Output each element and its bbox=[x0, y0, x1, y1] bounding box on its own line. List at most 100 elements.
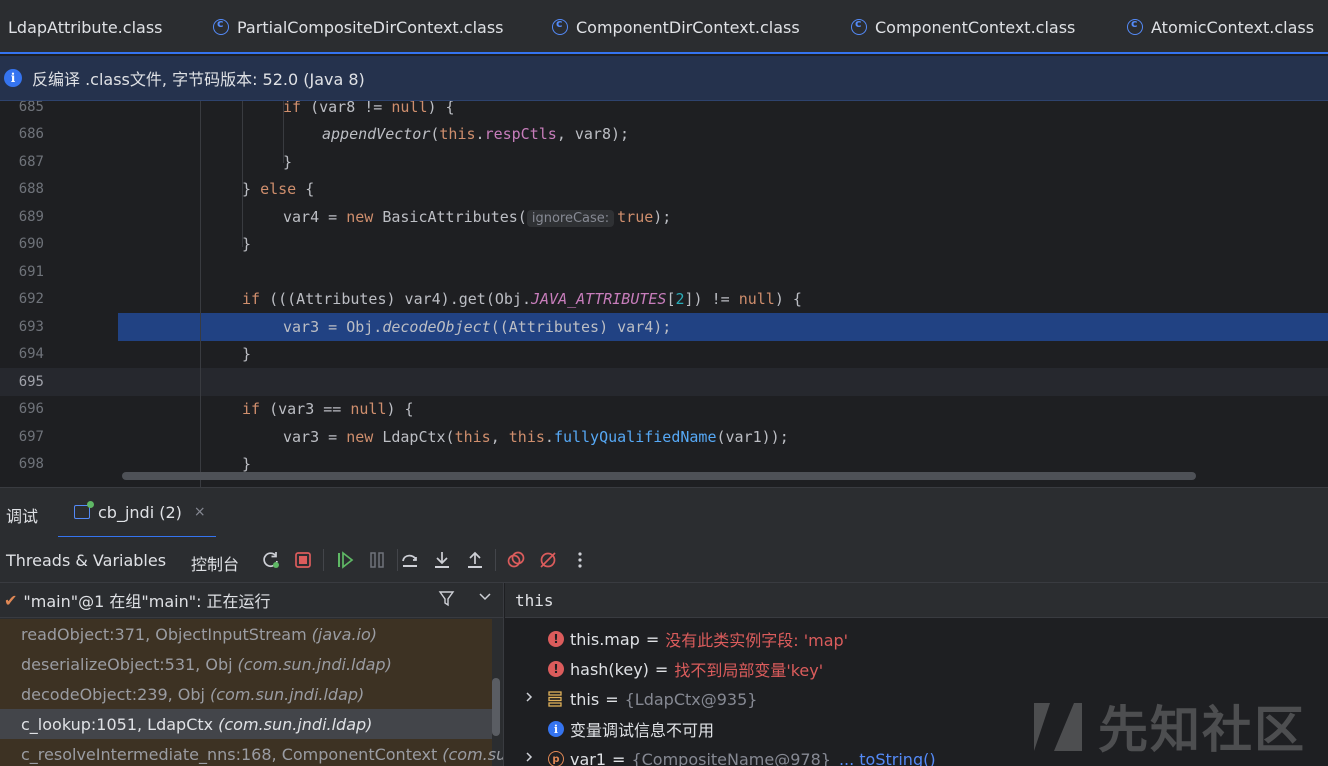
code-text: var4 = new BasicAttributes(ignoreCase: tr… bbox=[283, 207, 672, 227]
vertical-scrollbar[interactable] bbox=[492, 678, 500, 736]
error-icon: ! bbox=[548, 661, 564, 677]
code-text: appendVector(this.respCtls, var8); bbox=[322, 125, 630, 144]
stack-frame[interactable]: decodeObject:239, Obj (com.sun.jndi.ldap… bbox=[0, 679, 492, 709]
line-number: 697 bbox=[18, 428, 44, 445]
stack-frame[interactable]: deserializeObject:531, Obj (com.sun.jndi… bbox=[0, 649, 492, 679]
stop-icon[interactable] bbox=[291, 548, 315, 572]
evaluate-expression-input[interactable]: this bbox=[505, 583, 1328, 618]
variable-name: this.map bbox=[570, 629, 640, 649]
decompiled-info-banner: i 反编译 .class文件, 字节码版本: 52.0 (Java 8) bbox=[0, 56, 1328, 101]
line-number: 695 bbox=[18, 373, 44, 390]
step-out-icon[interactable] bbox=[463, 548, 487, 572]
debug-toolbar: Threads & Variables 控制台 bbox=[0, 537, 1328, 583]
variable-name: hash(key) bbox=[570, 659, 649, 679]
step-into-icon[interactable] bbox=[430, 548, 454, 572]
tostring-link[interactable]: ... toString() bbox=[839, 750, 936, 766]
tab-label: AtomicContext.class bbox=[1151, 17, 1315, 37]
debug-title: 调试 bbox=[6, 507, 39, 526]
debug-session-icon bbox=[74, 501, 94, 519]
line-number: 686 bbox=[18, 126, 44, 143]
equals-sign: = bbox=[612, 749, 626, 766]
tab-threads-variables[interactable]: Threads & Variables bbox=[6, 551, 166, 570]
tab-component-context[interactable]: ComponentContext.class bbox=[851, 0, 1075, 54]
tab-label: ComponentDirContext.class bbox=[576, 17, 800, 37]
frame-package: (com.sun.j bbox=[442, 744, 503, 764]
thread-label: "main"@1 在组"main": 正在运行 bbox=[23, 592, 271, 611]
variable-row-info: i 变量调试信息不可用 bbox=[548, 714, 714, 744]
object-stack-icon bbox=[548, 691, 564, 707]
stack-frame[interactable]: c_resolveIntermediate_nns:168, Component… bbox=[0, 739, 503, 766]
resume-icon[interactable] bbox=[333, 548, 357, 572]
variable-row-error[interactable]: ! this.map = 没有此类实例字段: 'map' bbox=[548, 624, 848, 654]
line-number: 691 bbox=[18, 263, 44, 280]
editor-tab-bar: LdapAttribute.class PartialCompositeDirC… bbox=[0, 0, 1328, 54]
class-icon bbox=[552, 17, 568, 35]
chevron-down-icon[interactable] bbox=[478, 589, 492, 607]
code-text: if (var8 != null) { bbox=[283, 101, 455, 116]
stack-frame[interactable]: readObject:371, ObjectInputStream (java.… bbox=[0, 619, 492, 649]
code-text: var3 = Obj.decodeObject((Attributes) var… bbox=[283, 317, 672, 336]
close-icon[interactable]: × bbox=[194, 504, 206, 520]
variable-row-param[interactable]: p var1 = {CompositeName@978} ... toStrin… bbox=[524, 744, 936, 766]
line-number: 689 bbox=[18, 208, 44, 225]
line-number: 696 bbox=[18, 401, 44, 418]
equals-sign: = bbox=[605, 689, 619, 709]
horizontal-scrollbar[interactable] bbox=[122, 472, 1196, 480]
tab-label: ComponentContext.class bbox=[875, 17, 1076, 37]
session-label: cb_jndi (2) bbox=[98, 502, 182, 522]
class-icon bbox=[851, 17, 867, 35]
variable-row-error[interactable]: ! hash(key) = 找不到局部变量'key' bbox=[548, 654, 823, 684]
watermark-text: 先知社区 bbox=[1098, 701, 1306, 759]
pause-icon[interactable] bbox=[365, 548, 389, 572]
code-text: if (((Attributes) var4).get(Obj.JAVA_ATT… bbox=[242, 290, 802, 309]
thread-selector[interactable]: ✔ "main"@1 在组"main": 正在运行 bbox=[0, 583, 503, 618]
debug-session-tab[interactable]: cb_jndi (2) × bbox=[58, 488, 216, 538]
info-message: 变量调试信息不可用 bbox=[570, 721, 715, 740]
variable-row-this[interactable]: this = {LdapCtx@935} bbox=[524, 684, 757, 714]
tab-partial-composite-dir-context[interactable]: PartialCompositeDirContext.class bbox=[213, 0, 504, 54]
code-editor[interactable]: 685 if (var8 != null) { 686 appendVector… bbox=[0, 101, 1328, 487]
class-icon bbox=[1127, 17, 1143, 35]
more-options-icon[interactable] bbox=[568, 548, 592, 572]
code-text: } bbox=[283, 152, 293, 171]
frame-method: deserializeObject:531, Obj bbox=[21, 654, 233, 674]
banner-text: 反编译 .class文件, 字节码版本: 52.0 (Java 8) bbox=[32, 70, 365, 89]
frame-method: c_lookup:1051, LdapCtx bbox=[21, 714, 214, 734]
parameter-icon: p bbox=[548, 751, 564, 766]
variable-value: {LdapCtx@935} bbox=[624, 689, 758, 709]
parameter-hint: ignoreCase: bbox=[526, 209, 615, 227]
watermark-logo-icon bbox=[1034, 703, 1082, 751]
stack-frame-selected[interactable]: c_lookup:1051, LdapCtx (com.sun.jndi.lda… bbox=[0, 709, 492, 739]
mute-breakpoints-icon[interactable] bbox=[536, 548, 560, 572]
toolbar-separator bbox=[323, 549, 324, 571]
error-icon: ! bbox=[548, 631, 564, 647]
code-text: var3 = new LdapCtx(this, this.fullyQuali… bbox=[283, 427, 789, 446]
frame-package: (com.sun.jndi.ldap) bbox=[237, 654, 392, 674]
tab-label: PartialCompositeDirContext.class bbox=[237, 17, 504, 37]
line-number: 690 bbox=[18, 236, 44, 253]
expand-arrow-icon[interactable] bbox=[524, 691, 538, 707]
frame-package: (com.sun.jndi.ldap) bbox=[210, 684, 365, 704]
class-icon bbox=[213, 17, 229, 35]
tab-component-dir-context[interactable]: ComponentDirContext.class bbox=[552, 0, 800, 54]
view-breakpoints-icon[interactable] bbox=[504, 548, 528, 572]
variable-error-value: 找不到局部变量'key' bbox=[674, 661, 824, 680]
line-number: 688 bbox=[18, 181, 44, 198]
step-over-icon[interactable] bbox=[398, 548, 422, 572]
code-text: } else { bbox=[242, 180, 315, 199]
tab-ldap-attribute[interactable]: LdapAttribute.class bbox=[8, 0, 162, 54]
expand-arrow-icon[interactable] bbox=[524, 751, 538, 766]
variable-error-value: 没有此类实例字段: 'map' bbox=[665, 631, 849, 650]
filter-icon[interactable] bbox=[438, 590, 455, 612]
expression-text: this bbox=[515, 590, 554, 610]
frame-package: (java.io) bbox=[311, 624, 377, 644]
tab-atomic-context[interactable]: AtomicContext.class bbox=[1127, 0, 1314, 54]
info-icon: i bbox=[548, 721, 564, 737]
frame-package: (com.sun.jndi.ldap) bbox=[218, 714, 373, 734]
line-number: 694 bbox=[18, 346, 44, 363]
code-text: } bbox=[242, 345, 252, 364]
frames-pane: ✔ "main"@1 在组"main": 正在运行 readObject:371… bbox=[0, 583, 504, 766]
tab-console[interactable]: 控制台 bbox=[191, 551, 239, 575]
line-number: 698 bbox=[18, 456, 44, 473]
rerun-icon[interactable] bbox=[259, 548, 283, 572]
